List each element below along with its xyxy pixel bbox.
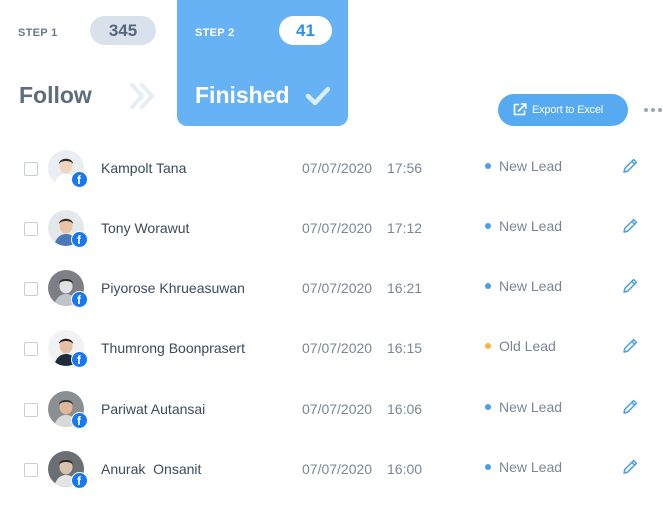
status-dot [485, 283, 491, 289]
lead-name: Thumrong Boonprasert [101, 340, 245, 356]
row-checkbox[interactable] [24, 403, 38, 417]
step-1-title: Follow [19, 82, 92, 108]
edit-pencil-icon[interactable] [621, 337, 639, 355]
facebook-icon: f [71, 472, 88, 489]
step-1-label: STEP 1 [18, 27, 58, 39]
lead-time: 16:00 [387, 461, 423, 477]
edit-pencil-icon[interactable] [621, 217, 639, 235]
lead-time: 17:12 [387, 220, 423, 236]
facebook-icon: f [71, 291, 88, 308]
edit-pencil-icon[interactable] [621, 157, 639, 175]
edit-pencil-icon[interactable] [621, 277, 639, 295]
status-badge: New Lead [499, 399, 563, 415]
lead-row[interactable]: f Anurak Onsanit 07/07/2020 16:00 New Lead [0, 447, 663, 507]
status-badge: New Lead [499, 218, 563, 234]
export-button-label: Export to Excel [532, 104, 603, 116]
facebook-icon: f [71, 171, 88, 188]
status-badge: New Lead [499, 459, 563, 475]
status-dot [485, 404, 491, 410]
lead-time: 16:06 [387, 401, 423, 417]
row-checkbox[interactable] [24, 342, 38, 356]
export-icon [513, 103, 527, 116]
status-badge: Old Lead [499, 338, 556, 354]
lead-name: Tony Worawut [101, 220, 190, 236]
lead-row[interactable]: f Piyorose Khrueasuwan 07/07/2020 16:21 New … [0, 266, 663, 326]
status-dot [485, 163, 491, 169]
lead-name: Pariwat Autansai [101, 401, 206, 417]
row-checkbox[interactable] [24, 463, 38, 477]
lead-row[interactable]: f Kampolt Tana 07/07/2020 17:56 New Lead [0, 146, 663, 206]
lead-date: 07/07/2020 [302, 220, 373, 236]
facebook-icon: f [71, 351, 88, 368]
step-1-count-badge: 345 [90, 16, 156, 45]
lead-name: Anurak Onsanit [101, 461, 202, 477]
lead-row[interactable]: f Pariwat Autansai 07/07/2020 16:06 New Lead [0, 387, 663, 447]
edit-pencil-icon[interactable] [621, 398, 639, 416]
lead-name: Piyorose Khrueasuwan [101, 280, 245, 296]
lead-time: 16:15 [387, 340, 423, 356]
status-dot [485, 343, 491, 349]
lead-time: 17:56 [387, 160, 423, 176]
row-checkbox[interactable] [24, 162, 38, 176]
status-badge: New Lead [499, 278, 563, 294]
status-dot [485, 223, 491, 229]
more-options-icon[interactable] [641, 106, 663, 114]
status-badge: New Lead [499, 158, 563, 174]
lead-panel: STEP 1 345 Follow STEP 2 41 Finished Exp… [0, 0, 663, 491]
checkmark-icon [305, 86, 331, 106]
lead-name: Kampolt Tana [101, 160, 187, 176]
facebook-icon: f [71, 231, 88, 248]
step-2-count-badge: 41 [279, 16, 332, 45]
step-1-card[interactable]: STEP 1 345 Follow [0, 0, 180, 126]
facebook-icon: f [71, 412, 88, 429]
double-chevron-right-icon [130, 83, 154, 109]
lead-row[interactable]: f Tony Worawut 07/07/2020 17:12 New Lead [0, 206, 663, 266]
row-checkbox[interactable] [24, 222, 38, 236]
step-2-card[interactable]: STEP 2 41 Finished [177, 0, 348, 126]
status-dot [485, 464, 491, 470]
step-2-label: STEP 2 [195, 27, 235, 39]
step-2-title: Finished [195, 82, 290, 108]
lead-time: 16:21 [387, 280, 423, 296]
lead-date: 07/07/2020 [302, 401, 373, 417]
lead-date: 07/07/2020 [302, 280, 373, 296]
row-checkbox[interactable] [24, 282, 38, 296]
lead-row[interactable]: f Thumrong Boonprasert 07/07/2020 16:15 Old … [0, 326, 663, 386]
export-to-excel-button[interactable]: Export to Excel [498, 94, 628, 126]
lead-date: 07/07/2020 [302, 160, 373, 176]
lead-date: 07/07/2020 [302, 340, 373, 356]
edit-pencil-icon[interactable] [621, 458, 639, 476]
lead-date: 07/07/2020 [302, 461, 373, 477]
